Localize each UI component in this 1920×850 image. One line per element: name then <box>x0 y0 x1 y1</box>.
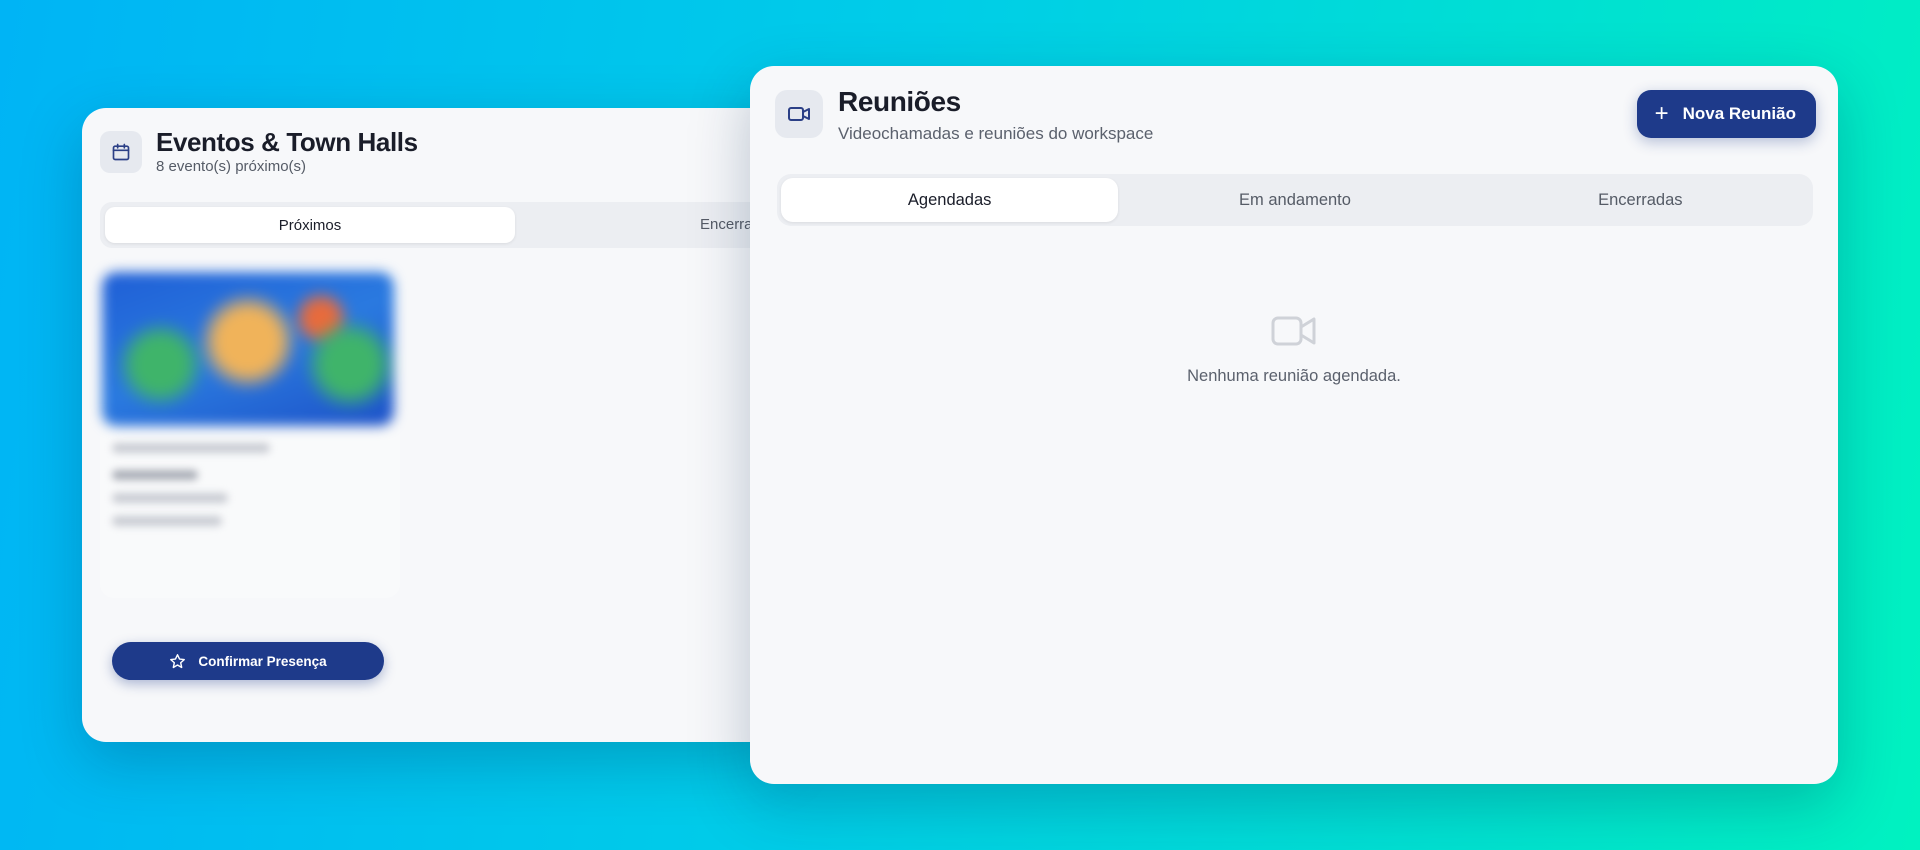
video-camera-icon <box>1271 316 1316 346</box>
calendar-icon <box>100 130 142 173</box>
meetings-tabs: Agendadas Em andamento Encerradas <box>777 174 1813 226</box>
events-tabs: Próximos Encerrado <box>100 202 782 248</box>
event-details-placeholder <box>112 470 198 480</box>
page-title: Reuniões <box>838 86 961 117</box>
event-image <box>102 272 394 426</box>
page-subtitle: Videochamadas e reuniões do workspace <box>838 124 1154 143</box>
empty-state: Nenhuma reunião agendada. <box>750 314 1838 386</box>
star-icon <box>170 653 186 668</box>
new-meeting-label: Nova Reunião <box>1682 104 1796 123</box>
tab-proximos[interactable]: Próximos <box>105 207 515 243</box>
confirm-label: Confirmar Presença <box>198 653 327 669</box>
event-details-placeholder <box>112 493 228 503</box>
tab-encerradas[interactable]: Encerradas <box>1472 178 1809 222</box>
empty-message: Nenhuma reunião agendada. <box>1187 367 1401 385</box>
events-panel: Eventos & Town Halls 8 evento(s) próximo… <box>82 108 782 742</box>
confirm-attendance-button[interactable]: Confirmar Presença <box>112 642 384 680</box>
event-details-placeholder <box>112 516 222 526</box>
plus-icon: + <box>1654 100 1669 127</box>
event-details-placeholder <box>112 443 270 453</box>
events-title: Eventos & Town Halls <box>156 127 418 157</box>
new-meeting-button[interactable]: + Nova Reunião <box>1636 90 1816 138</box>
tab-agendadas[interactable]: Agendadas <box>781 178 1119 222</box>
meetings-panel: Reuniões Videochamadas e reuniões do wor… <box>750 66 1838 784</box>
video-camera-icon <box>775 90 823 138</box>
tab-em-andamento[interactable]: Em andamento <box>1126 178 1463 222</box>
event-card[interactable]: Confirmar Presença <box>100 268 400 680</box>
events-subtitle: 8 evento(s) próximo(s) <box>156 158 307 175</box>
events-header: Eventos & Town Halls 8 evento(s) próximo… <box>100 128 418 175</box>
